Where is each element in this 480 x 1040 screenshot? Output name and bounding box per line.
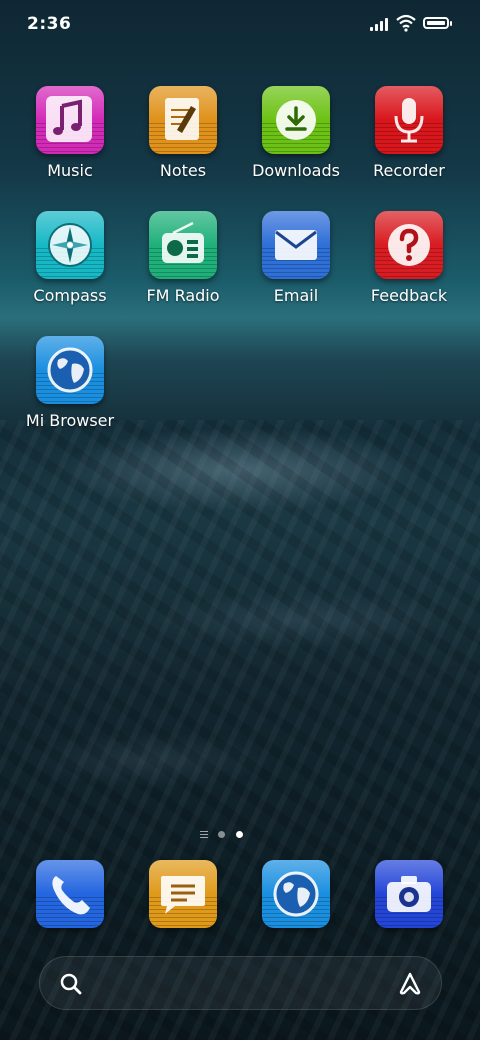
app-fm-radio[interactable]: FM Radio [127, 211, 239, 321]
app-label: Mi Browser [25, 411, 115, 430]
globe-icon [36, 336, 104, 404]
question-mark-icon [375, 211, 443, 279]
cellular-signal-icon [370, 17, 390, 31]
home-screen: 2:36 Music Notes Downloads Recorder Comp… [0, 0, 480, 1040]
dock-camera[interactable] [353, 860, 465, 930]
app-compass[interactable]: Compass [14, 211, 126, 321]
app-label: Downloads [252, 161, 340, 180]
phone-icon [36, 860, 104, 928]
microphone-icon [375, 86, 443, 154]
app-music[interactable]: Music [14, 86, 126, 196]
status-time: 2:36 [27, 14, 72, 34]
wifi-icon [396, 14, 416, 32]
app-label: Compass [33, 286, 107, 305]
app-notes[interactable]: Notes [127, 86, 239, 196]
music-note-icon [36, 86, 104, 154]
app-mi-browser[interactable]: Mi Browser [14, 336, 126, 446]
envelope-icon [262, 211, 330, 279]
dock-messages[interactable] [127, 860, 239, 930]
camera-icon [375, 860, 443, 928]
battery-icon [423, 17, 452, 29]
app-label: Email [273, 286, 319, 305]
app-email[interactable]: Email [240, 211, 352, 321]
message-bubble-icon [149, 860, 217, 928]
search-bar[interactable] [39, 956, 442, 1010]
app-drawer-lines-icon [200, 831, 208, 838]
globe-icon [262, 860, 330, 928]
app-label: FM Radio [146, 286, 220, 305]
app-feedback[interactable]: Feedback [353, 211, 465, 321]
dock-browser[interactable] [240, 860, 352, 930]
status-bar: 2:36 [0, 0, 480, 50]
search-icon[interactable] [58, 971, 84, 997]
page-dot [218, 831, 225, 838]
app-downloads[interactable]: Downloads [240, 86, 352, 196]
app-label: Feedback [370, 286, 448, 305]
app-recorder[interactable]: Recorder [353, 86, 465, 196]
compass-icon [36, 211, 104, 279]
notepad-pencil-icon [149, 86, 217, 154]
page-dot-current [236, 831, 243, 838]
app-label: Music [47, 161, 93, 180]
page-indicator[interactable] [200, 829, 260, 841]
assistant-a-icon[interactable] [397, 971, 423, 997]
app-label: Recorder [373, 161, 445, 180]
dock-phone[interactable] [14, 860, 126, 930]
radio-icon [149, 211, 217, 279]
download-arrow-icon [262, 86, 330, 154]
app-label: Notes [159, 161, 207, 180]
